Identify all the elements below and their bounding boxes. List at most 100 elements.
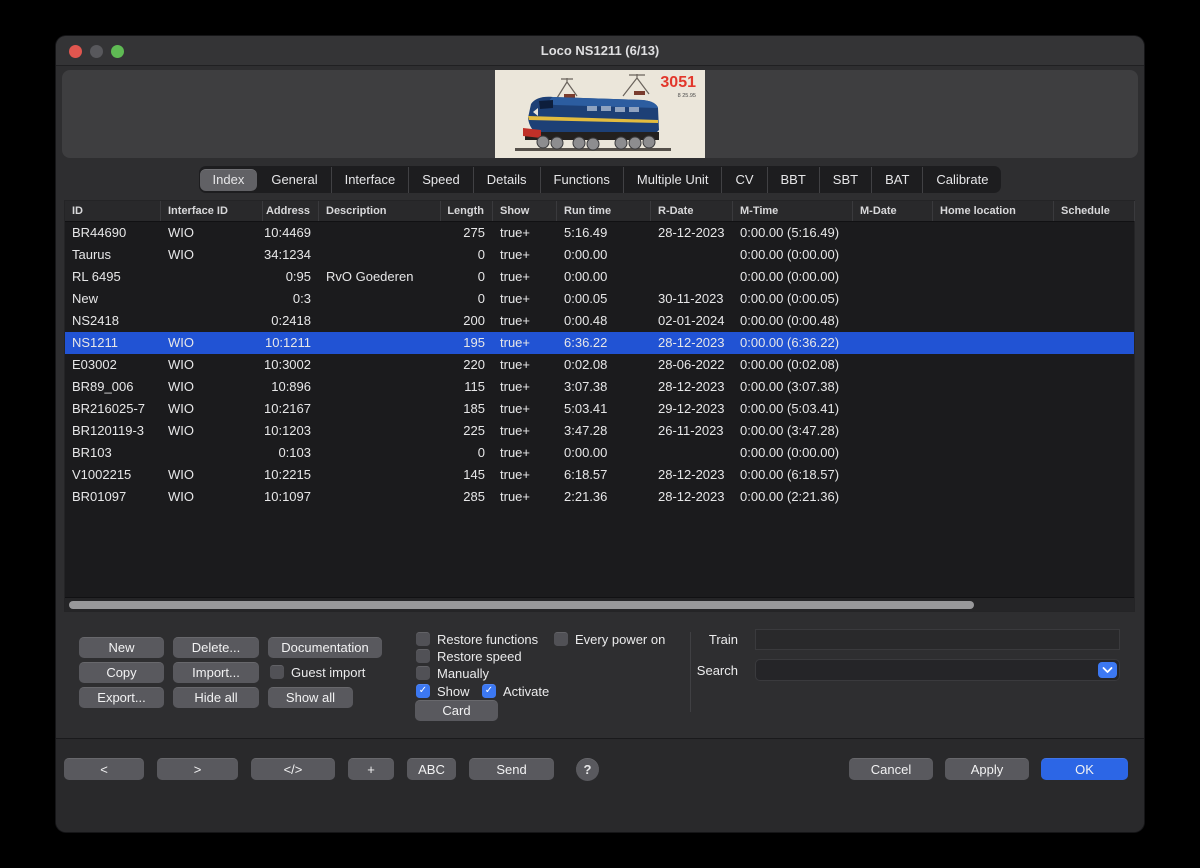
tab-interface[interactable]: Interface: [331, 167, 409, 193]
prev-button[interactable]: <: [64, 758, 144, 780]
catalog-number: 3051: [660, 74, 696, 91]
table-row[interactable]: RL 64950:95RvO Goederen0true+0:00.000:00…: [65, 266, 1134, 288]
close-button[interactable]: [69, 45, 82, 58]
cell: [1054, 442, 1135, 464]
tab-multiple-unit[interactable]: Multiple Unit: [623, 167, 722, 193]
show-checkbox[interactable]: ✓: [416, 684, 430, 698]
table-row[interactable]: New0:30true+0:00.0530-11-20230:00.00 (0:…: [65, 288, 1134, 310]
cell: [1054, 310, 1135, 332]
cell: 0:00.00 (5:16.49): [733, 222, 853, 244]
tab-bat[interactable]: BAT: [871, 167, 922, 193]
column-header-interface-id[interactable]: Interface ID: [161, 201, 263, 221]
column-header-description[interactable]: Description: [319, 201, 441, 221]
column-header-address[interactable]: Address: [263, 201, 319, 221]
show-all-button[interactable]: Show all: [268, 687, 353, 708]
title-bar[interactable]: Loco NS1211 (6/13): [56, 36, 1144, 66]
tab-bbt[interactable]: BBT: [767, 167, 819, 193]
column-header-id[interactable]: ID: [65, 201, 161, 221]
tab-sbt[interactable]: SBT: [819, 167, 871, 193]
restore-speed-checkbox[interactable]: ✓: [416, 649, 430, 663]
export-button[interactable]: Export...: [79, 687, 164, 708]
guest-import-checkbox[interactable]: ✓: [270, 665, 284, 679]
column-header-home-location[interactable]: Home location: [933, 201, 1054, 221]
copy-button[interactable]: Copy: [79, 662, 164, 683]
column-header-schedule[interactable]: Schedule: [1054, 201, 1135, 221]
restore-functions-option[interactable]: ✓ Restore functions: [416, 631, 538, 647]
cell: [1054, 332, 1135, 354]
chevron-down-icon[interactable]: [1098, 662, 1117, 678]
hide-all-button[interactable]: Hide all: [173, 687, 259, 708]
tab-functions[interactable]: Functions: [540, 167, 623, 193]
tab-cv[interactable]: CV: [721, 167, 766, 193]
send-button[interactable]: Send: [469, 758, 554, 780]
help-button[interactable]: ?: [576, 758, 599, 781]
horizontal-scrollbar[interactable]: [65, 597, 1134, 611]
table-row[interactable]: V1002215WIO10:2215145true+6:18.5728-12-2…: [65, 464, 1134, 486]
new-button[interactable]: New: [79, 637, 164, 658]
cell: [319, 354, 441, 376]
cancel-button[interactable]: Cancel: [849, 758, 933, 780]
cell: BR216025-7: [65, 398, 161, 420]
next-button[interactable]: >: [157, 758, 238, 780]
activate-option[interactable]: ✓ Activate: [482, 683, 549, 699]
import-button[interactable]: Import...: [173, 662, 259, 683]
cell: [853, 332, 933, 354]
every-power-on-checkbox[interactable]: ✓: [554, 632, 568, 646]
cell: true+: [493, 222, 557, 244]
tab-index[interactable]: Index: [200, 169, 258, 191]
cell: true+: [493, 464, 557, 486]
card-button[interactable]: Card: [415, 700, 498, 721]
column-header-length[interactable]: Length: [441, 201, 493, 221]
minimize-button[interactable]: [90, 45, 103, 58]
delete-button[interactable]: Delete...: [173, 637, 259, 658]
cell: [853, 288, 933, 310]
restore-speed-option[interactable]: ✓ Restore speed: [416, 648, 522, 664]
tab-speed[interactable]: Speed: [408, 167, 473, 193]
cell: [933, 464, 1054, 486]
plus-button[interactable]: +: [348, 758, 394, 780]
tab-calibrate[interactable]: Calibrate: [922, 167, 1001, 193]
table-row[interactable]: BR216025-7WIO10:2167185true+5:03.4129-12…: [65, 398, 1134, 420]
table-row[interactable]: NS24180:2418200true+0:00.4802-01-20240:0…: [65, 310, 1134, 332]
show-option[interactable]: ✓ Show: [416, 683, 470, 699]
cell: 0:00.00: [557, 244, 651, 266]
manually-checkbox[interactable]: ✓: [416, 666, 430, 680]
guest-import-option[interactable]: ✓ Guest import: [270, 664, 365, 680]
cell: 30-11-2023: [651, 288, 733, 310]
search-dropdown[interactable]: [755, 659, 1120, 681]
table-row[interactable]: NS1211WIO10:1211195true+6:36.2228-12-202…: [65, 332, 1134, 354]
train-label: Train: [658, 632, 738, 647]
table-row[interactable]: BR44690WIO10:4469275true+5:16.4928-12-20…: [65, 222, 1134, 244]
zoom-button[interactable]: [111, 45, 124, 58]
table-row[interactable]: E03002WIO10:3002220true+0:02.0828-06-202…: [65, 354, 1134, 376]
every-power-on-option[interactable]: ✓ Every power on: [554, 631, 665, 647]
loco-image: 3051 8 25.95: [495, 70, 705, 158]
code-button[interactable]: </>: [251, 758, 335, 780]
scrollbar-thumb[interactable]: [69, 601, 974, 609]
manually-option[interactable]: ✓ Manually: [416, 665, 489, 681]
cell: 0:02.08: [557, 354, 651, 376]
table-row[interactable]: BR01097WIO10:1097285true+2:21.3628-12-20…: [65, 486, 1134, 508]
abc-button[interactable]: ABC: [407, 758, 456, 780]
table-row[interactable]: BR120119-3WIO10:1203225true+3:47.2826-11…: [65, 420, 1134, 442]
table-row[interactable]: BR89_006WIO10:896115true+3:07.3828-12-20…: [65, 376, 1134, 398]
train-field[interactable]: [755, 629, 1120, 650]
tab-details[interactable]: Details: [473, 167, 540, 193]
documentation-button[interactable]: Documentation: [268, 637, 382, 658]
column-header-m-time[interactable]: M-Time: [733, 201, 853, 221]
activate-checkbox[interactable]: ✓: [482, 684, 496, 698]
column-header-r-date[interactable]: R-Date: [651, 201, 733, 221]
column-header-run-time[interactable]: Run time: [557, 201, 651, 221]
cell: RL 6495: [65, 266, 161, 288]
cell: WIO: [161, 332, 263, 354]
column-header-m-date[interactable]: M-Date: [853, 201, 933, 221]
tab-general[interactable]: General: [258, 167, 330, 193]
cell: 28-12-2023: [651, 332, 733, 354]
column-header-show[interactable]: Show: [493, 201, 557, 221]
ok-button[interactable]: OK: [1041, 758, 1128, 780]
apply-button[interactable]: Apply: [945, 758, 1029, 780]
table-row[interactable]: BR1030:1030true+0:00.000:00.00 (0:00.00): [65, 442, 1134, 464]
table-row[interactable]: TaurusWIO34:12340true+0:00.000:00.00 (0:…: [65, 244, 1134, 266]
restore-functions-checkbox[interactable]: ✓: [416, 632, 430, 646]
search-label: Search: [658, 663, 738, 678]
